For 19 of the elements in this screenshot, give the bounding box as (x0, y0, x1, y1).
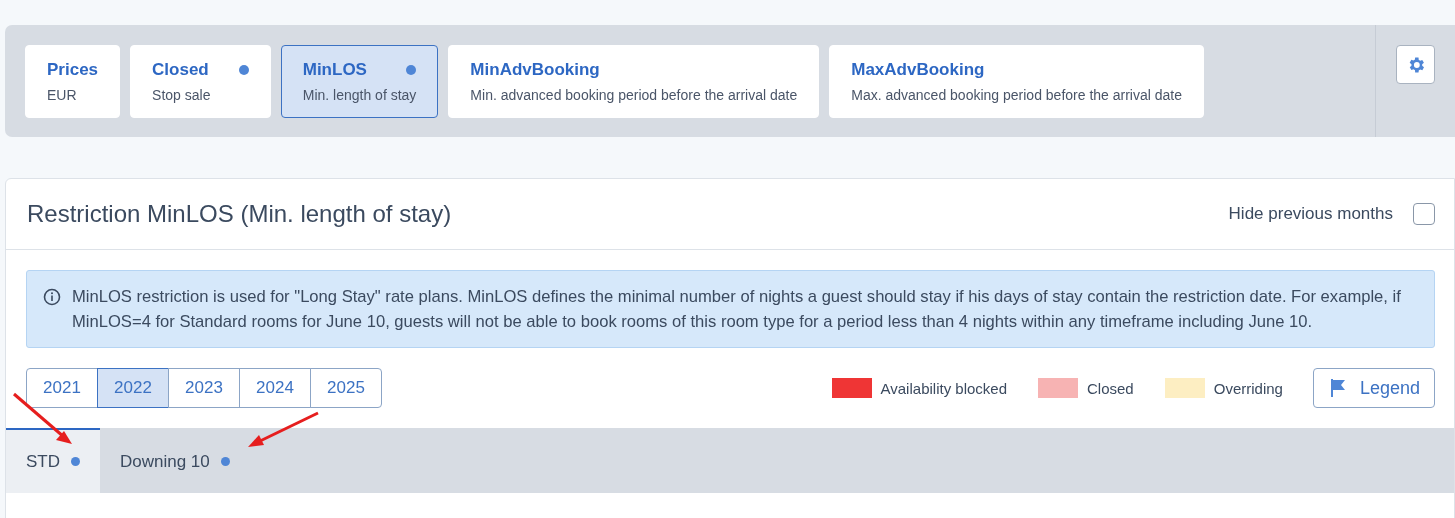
restriction-tab[interactable]: Prices EUR (25, 45, 121, 118)
year-tab[interactable]: 2025 (310, 368, 382, 408)
year-tab[interactable]: 2021 (26, 368, 98, 408)
info-text: MinLOS restriction is used for "Long Stay" rate plans. MinLOS defines the minimal number of nights a guest should stay if his days of stay contain the restriction date. For example, if MinLOS=4 for Standard rooms for June 10, guests will not be able to book rooms of this room type for a period less than 4 nights within any timeframe including June 10. (72, 286, 1402, 333)
legend-label: Overriding (1213, 379, 1283, 397)
restriction-tab[interactable]: MinLOS Min. length of stay (280, 45, 439, 118)
restriction-tab[interactable]: Closed Stop sale (130, 45, 271, 118)
year-tab[interactable]: 2024 (239, 368, 311, 408)
panel-title: Restriction MinLOS (Min. length of stay) (27, 200, 452, 228)
hide-previous-months-label: Hide previous months (1228, 204, 1393, 224)
legend-label: Availability blocked (880, 379, 1007, 397)
year-tab[interactable]: 2022 (97, 368, 169, 408)
restriction-tab[interactable]: MaxAdvBooking Max. advanced booking period before the arrival date (829, 45, 1204, 118)
room-tab[interactable]: STD (6, 428, 100, 493)
legend-button[interactable]: Legend (1312, 368, 1435, 408)
room-tab[interactable]: Downing 10 (100, 428, 250, 493)
legend-label: Closed (1087, 379, 1134, 397)
restriction-tab[interactable]: MinAdvBooking Min. advanced booking period before the arrival date (448, 45, 820, 118)
year-tab[interactable]: 2023 (168, 368, 240, 408)
